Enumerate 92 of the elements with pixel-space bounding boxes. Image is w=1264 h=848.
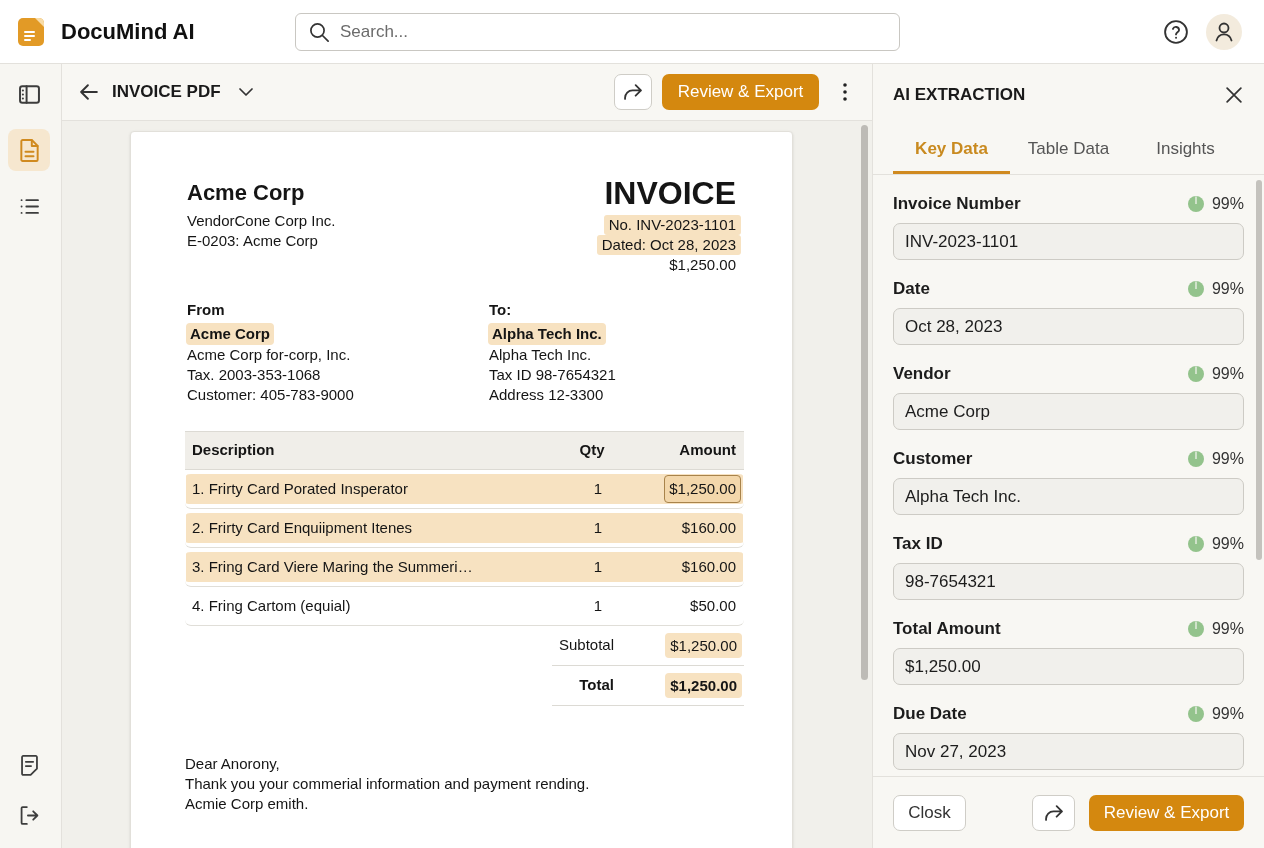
table-cell-text: 1 xyxy=(592,478,604,499)
party-heading: To: xyxy=(489,300,512,320)
confidence-score: 99% xyxy=(1211,704,1244,724)
logout-icon[interactable] xyxy=(19,805,39,825)
total-label: Total xyxy=(578,675,614,696)
field-label: Date xyxy=(893,278,930,301)
party-detail: Customer: 405-783-9000 xyxy=(187,385,354,405)
field-label: Vendor xyxy=(893,363,951,386)
chevron-down-icon[interactable] xyxy=(238,88,253,96)
table-cell-text: 4. Fring Cartom (equial) xyxy=(191,595,352,616)
value-field[interactable]: Nov 27, 2023 xyxy=(893,733,1244,770)
confidence-pie-icon xyxy=(1187,196,1204,212)
tab[interactable]: Table Data xyxy=(1010,126,1127,174)
invoice-title: INVOICE xyxy=(604,175,736,211)
party-name: Acme Corp xyxy=(186,323,275,345)
party-name: Alpha Tech Inc. xyxy=(488,323,606,345)
table-cell-text: 1 xyxy=(592,595,604,616)
share-button[interactable] xyxy=(614,74,652,110)
share-button[interactable] xyxy=(1032,794,1075,831)
sidebar-panel-icon[interactable] xyxy=(18,84,40,104)
value-field[interactable]: INV-2023-1101 xyxy=(893,223,1244,260)
value-field[interactable]: Acme Corp xyxy=(893,393,1244,430)
value-field[interactable]: Alpha Tech Inc. xyxy=(893,478,1244,515)
panel-title: AI EXTRACTION xyxy=(893,84,1026,107)
close-icon[interactable] xyxy=(1226,87,1242,103)
field-label: Customer xyxy=(893,448,973,471)
curved-arrow-icon xyxy=(624,84,642,100)
value-field[interactable]: $1,250.00 xyxy=(893,648,1244,685)
scrollbar-thumb[interactable] xyxy=(1256,180,1262,560)
table-cell-text: 1 xyxy=(592,556,604,577)
confidence-pie-icon xyxy=(1187,536,1204,552)
field-label: Total Amount xyxy=(893,618,1001,641)
vendor-detail: VendorCone Corp Inc. xyxy=(187,211,336,231)
party-heading: From xyxy=(187,300,225,320)
letter-text: Acmie Corp emith. xyxy=(185,794,310,814)
app-logo-icon xyxy=(18,17,44,46)
confidence-score: 99% xyxy=(1211,534,1244,554)
confidence-pie-icon xyxy=(1187,366,1204,382)
search-icon xyxy=(310,22,329,42)
letter-text: Thank you your commerial information and payment rending. xyxy=(185,774,591,794)
party-detail: Tax. 2003-353-1068 xyxy=(187,365,321,385)
confidence-score: 99% xyxy=(1211,194,1244,214)
confidence-score: 99% xyxy=(1211,619,1244,639)
tab[interactable]: Insights xyxy=(1127,126,1244,174)
table-cell-text: $50.00 xyxy=(689,596,737,616)
user-avatar-icon[interactable] xyxy=(1206,13,1242,50)
vendor-detail: E-0203: Acme Corp xyxy=(187,231,319,251)
back-arrow-icon[interactable] xyxy=(80,84,98,100)
field-label: Tax ID xyxy=(893,533,943,556)
total-amount: $1,250.00 xyxy=(665,633,742,658)
column-header: Qty xyxy=(578,440,606,461)
value-field[interactable]: Oct 28, 2023 xyxy=(893,308,1244,345)
list-icon[interactable] xyxy=(18,197,40,215)
document-icon[interactable] xyxy=(19,754,39,776)
confidence-score: 99% xyxy=(1211,449,1244,469)
value-field[interactable]: 98-7654321 xyxy=(893,563,1244,600)
scrollbar-thumb[interactable] xyxy=(861,125,868,680)
column-header: Amount xyxy=(678,440,737,461)
total-amount: $1,250.00 xyxy=(665,673,742,698)
help-icon[interactable] xyxy=(1164,19,1188,44)
invoice-meta-text: $1,250.00 xyxy=(668,255,737,275)
table-cell-text: 2. Frirty Card Enquiipment Itenes xyxy=(191,517,414,538)
close-button[interactable]: Closk xyxy=(893,794,966,831)
confidence-pie-icon xyxy=(1187,451,1204,467)
party-detail: Acme Corp for-corp, Inc. xyxy=(187,345,351,365)
table-cell-text: $160.00 xyxy=(680,518,737,538)
field-label: Invoice Number xyxy=(893,193,1021,216)
vendor-name: Acme Corp xyxy=(187,179,306,207)
table-cell-text: $160.00 xyxy=(680,557,737,577)
confidence-pie-icon xyxy=(1187,621,1204,637)
confidence-pie-icon xyxy=(1187,706,1204,722)
invoice-meta-text: No. INV-2023-1101 xyxy=(603,215,741,235)
document-title: INVOICE PDF xyxy=(112,81,221,104)
confidence-score: 99% xyxy=(1211,279,1244,299)
party-detail: Tax ID 98-7654321 xyxy=(489,365,616,385)
app-name: DocuMind AI xyxy=(61,18,195,46)
total-label: Subtotal xyxy=(557,635,614,656)
invoice-meta-text: Dated: Oct 28, 2023 xyxy=(596,235,741,255)
more-options-icon[interactable] xyxy=(843,83,847,101)
party-detail: Alpha Tech Inc. xyxy=(489,345,592,365)
table-cell-text: 1 xyxy=(592,517,604,538)
table-cell-text: 1. Frirty Card Porated Insperator xyxy=(191,478,409,499)
confidence-score: 99% xyxy=(1211,364,1244,384)
confidence-pie-icon xyxy=(1187,281,1204,297)
search-field[interactable]: Search... xyxy=(295,12,900,51)
table-cell: $1,250.00 xyxy=(664,475,741,503)
field-label: Due Date xyxy=(893,703,967,726)
letter-text: Dear Anorony, xyxy=(185,754,281,774)
party-detail: Address 12-3300 xyxy=(489,385,604,405)
table-cell-text: 3. Fring Card Viere Maring the Summeri… xyxy=(191,556,474,577)
curved-arrow-icon xyxy=(1044,804,1063,821)
column-header: Description xyxy=(191,440,276,461)
